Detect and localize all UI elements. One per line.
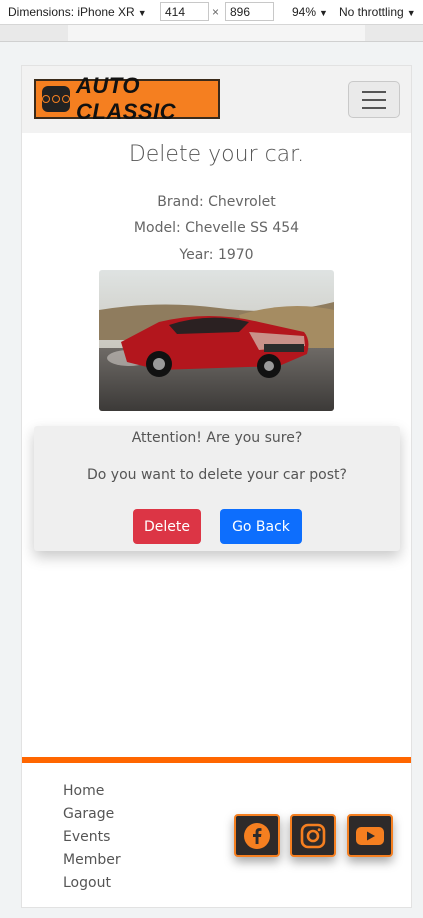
brand-logo[interactable]: AUTO CLASSIC (34, 73, 220, 124)
throttling-label: No throttling (339, 5, 404, 19)
facebook-icon (244, 822, 270, 849)
zoom-label: 94% (292, 5, 317, 19)
navbar: AUTO CLASSIC (22, 66, 411, 133)
throttling-selector[interactable]: No throttling ▼ (339, 0, 416, 24)
brand-wordmark: AUTO CLASSIC (76, 73, 177, 124)
car-model: Model: Chevelle SS 454 (133, 220, 300, 236)
width-input[interactable]: 414 (160, 2, 209, 21)
delete-button[interactable]: Delete (133, 509, 201, 544)
ruler-segment[interactable] (391, 25, 416, 41)
dimension-separator: × (212, 5, 220, 19)
footer-nav: Home Garage Events Member Logout (63, 780, 121, 895)
instagram-icon (300, 823, 326, 848)
media-query-ruler[interactable] (0, 25, 423, 42)
footer-link-logout[interactable]: Logout (63, 872, 121, 895)
footer-divider (22, 757, 411, 763)
device-selector[interactable]: Dimensions: iPhone XR ▼ (8, 0, 147, 24)
caret-down-icon: ▼ (319, 8, 328, 18)
menu-toggle-button[interactable] (348, 81, 400, 118)
engine-icon (42, 86, 70, 112)
footer-link-member[interactable]: Member (63, 849, 121, 872)
go-back-button[interactable]: Go Back (220, 509, 302, 544)
car-year: Year: 1970 (179, 247, 254, 263)
device-viewport: AUTO CLASSIC Delete your car. Brand: Che… (21, 65, 412, 908)
caret-down-icon: ▼ (406, 8, 416, 18)
device-label: Dimensions: iPhone XR (8, 5, 135, 19)
height-input[interactable]: 896 (225, 2, 274, 21)
devtools-toolbar: Dimensions: iPhone XR ▼ 414 × 896 94% ▼ No… (0, 0, 423, 25)
car-image (99, 270, 334, 411)
attention-text: Attention! Are you sure? (131, 430, 303, 446)
footer-link-garage[interactable]: Garage (63, 803, 121, 826)
facebook-button[interactable] (234, 814, 280, 857)
footer-link-events[interactable]: Events (63, 826, 121, 849)
delete-confirmation-card: Attention! Are you sure? Do you want to … (34, 426, 400, 551)
ruler-segment[interactable] (68, 25, 366, 41)
ruler-segment[interactable] (0, 25, 19, 41)
page-title: Delete your car. (128, 142, 305, 167)
car-brand: Brand: Chevrolet (157, 194, 276, 210)
ruler-segment[interactable] (42, 25, 69, 41)
ruler-segment[interactable] (18, 25, 43, 41)
youtube-button[interactable] (347, 814, 393, 857)
hamburger-menu-icon (362, 90, 386, 93)
ruler-segment[interactable] (415, 25, 423, 41)
youtube-icon (356, 826, 384, 845)
instagram-button[interactable] (290, 814, 336, 857)
footer-link-home[interactable]: Home (63, 780, 121, 803)
confirmation-question: Do you want to delete your car post? (87, 467, 347, 483)
zoom-selector[interactable]: 94% ▼ (292, 0, 328, 24)
caret-down-icon: ▼ (137, 8, 147, 18)
ruler-segment[interactable] (365, 25, 392, 41)
